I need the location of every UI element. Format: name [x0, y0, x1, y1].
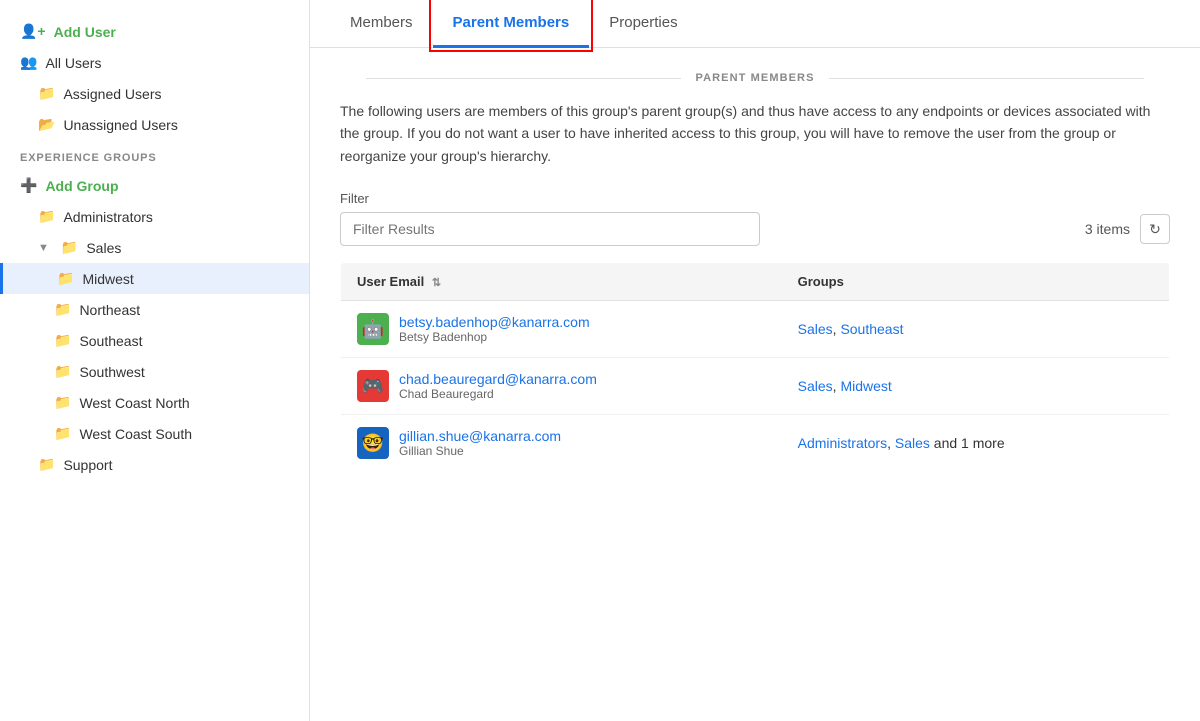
tabs-bar: Members Parent Members Properties — [310, 0, 1200, 48]
sidebar-item-west-coast-south[interactable]: 📁 West Coast South — [0, 418, 309, 449]
refresh-button[interactable]: ↻ — [1140, 214, 1170, 244]
folder-icon: 📁 — [38, 456, 55, 473]
table-header-row: User Email ⇅ Groups — [341, 263, 1170, 301]
sidebar-item-label: West Coast North — [79, 395, 189, 411]
unassigned-users-icon: 📂 — [38, 116, 55, 133]
group-separator: , — [887, 435, 895, 451]
filter-row: 3 items ↻ — [340, 212, 1170, 246]
avatar: 🤓 — [357, 427, 389, 459]
group-separator: and 1 more — [930, 435, 1005, 451]
group-link[interactable]: Sales — [798, 378, 833, 394]
user-email-link[interactable]: gillian.shue@kanarra.com — [399, 428, 561, 444]
table-row: 🤖 betsy.badenhop@kanarra.com Betsy Baden… — [341, 301, 1170, 358]
all-users-label: All Users — [45, 55, 101, 71]
items-count: 3 items — [1085, 221, 1130, 237]
folder-icon: 📁 — [54, 363, 71, 380]
col-groups-header: Groups — [782, 263, 1170, 301]
content-area: PARENT MEMBERS The following users are m… — [310, 48, 1200, 496]
sidebar-item-support[interactable]: 📁 Support — [0, 449, 309, 480]
sidebar-assigned-users[interactable]: 📁 Assigned Users — [0, 78, 309, 109]
tab-properties[interactable]: Properties — [589, 0, 697, 48]
group-link[interactable]: Sales — [895, 435, 930, 451]
section-title: PARENT MEMBERS — [340, 72, 1170, 84]
sidebar-item-midwest[interactable]: 📁 Midwest — [0, 263, 309, 294]
user-email-cell: 🤖 betsy.badenhop@kanarra.com Betsy Baden… — [341, 301, 782, 358]
chevron-down-icon: ▼ — [38, 242, 49, 254]
sidebar-item-label: Southwest — [79, 364, 144, 380]
sidebar-item-label: Southeast — [79, 333, 142, 349]
folder-icon: 📁 — [54, 425, 71, 442]
folder-icon: 📁 — [57, 270, 74, 287]
assigned-users-icon: 📁 — [38, 85, 55, 102]
folder-icon: 📁 — [38, 208, 55, 225]
filter-input[interactable] — [340, 212, 760, 246]
table-row: 🤓 gillian.shue@kanarra.com Gillian Shue … — [341, 415, 1170, 472]
sidebar-item-sales[interactable]: ▼ 📁 Sales — [0, 232, 309, 263]
sort-icon[interactable]: ⇅ — [432, 277, 441, 289]
group-link[interactable]: Administrators — [798, 435, 887, 451]
user-email-link[interactable]: chad.beauregard@kanarra.com — [399, 371, 597, 387]
sidebar-item-southeast[interactable]: 📁 Southeast — [0, 325, 309, 356]
assigned-users-label: Assigned Users — [63, 86, 161, 102]
sidebar-item-administrators[interactable]: 📁 Administrators — [0, 201, 309, 232]
experience-groups-label: Experience Groups — [0, 140, 309, 170]
sidebar-all-users[interactable]: 👥 All Users — [0, 47, 309, 78]
group-link[interactable]: Midwest — [840, 378, 891, 394]
sidebar-item-label: Sales — [86, 240, 121, 256]
add-group-icon: ➕ — [20, 177, 37, 194]
user-display-name: Chad Beauregard — [399, 387, 597, 401]
sidebar-item-label: Administrators — [63, 209, 152, 225]
user-groups-cell: Sales, Midwest — [782, 358, 1170, 415]
table-row: 🎮 chad.beauregard@kanarra.com Chad Beaur… — [341, 358, 1170, 415]
user-email-cell: 🤓 gillian.shue@kanarra.com Gillian Shue — [341, 415, 782, 472]
user-display-name: Gillian Shue — [399, 444, 561, 458]
tab-parent-members[interactable]: Parent Members — [433, 0, 590, 48]
user-groups-cell: Sales, Southeast — [782, 301, 1170, 358]
sidebar-unassigned-users[interactable]: 📂 Unassigned Users — [0, 109, 309, 140]
add-user-label: Add User — [54, 24, 116, 40]
user-email-cell: 🎮 chad.beauregard@kanarra.com Chad Beaur… — [341, 358, 782, 415]
filter-label: Filter — [340, 191, 1170, 206]
sidebar-item-label: West Coast South — [79, 426, 192, 442]
sidebar-item-southwest[interactable]: 📁 Southwest — [0, 356, 309, 387]
description-text: The following users are members of this … — [340, 100, 1170, 167]
items-count-row: 3 items ↻ — [1085, 214, 1170, 244]
folder-icon: 📁 — [54, 332, 71, 349]
folder-icon: 📁 — [54, 394, 71, 411]
sidebar-add-user[interactable]: 👤+ Add User — [0, 16, 309, 47]
user-groups-cell: Administrators, Sales and 1 more — [782, 415, 1170, 472]
group-link[interactable]: Sales — [798, 321, 833, 337]
sidebar-add-group[interactable]: ➕ Add Group — [0, 170, 309, 201]
sidebar-item-label: Support — [63, 457, 112, 473]
avatar: 🤖 — [357, 313, 389, 345]
refresh-icon: ↻ — [1149, 221, 1161, 238]
col-email-header: User Email ⇅ — [341, 263, 782, 301]
sidebar-item-northeast[interactable]: 📁 Northeast — [0, 294, 309, 325]
sidebar-item-label: Midwest — [82, 271, 133, 287]
sidebar: 👤+ Add User 👥 All Users 📁 Assigned Users… — [0, 0, 310, 721]
user-display-name: Betsy Badenhop — [399, 330, 590, 344]
add-group-label: Add Group — [45, 178, 118, 194]
avatar: 🎮 — [357, 370, 389, 402]
users-table: User Email ⇅ Groups 🤖 betsy.badenhop@kan… — [340, 262, 1170, 472]
group-link[interactable]: Southeast — [840, 321, 903, 337]
unassigned-users-label: Unassigned Users — [63, 117, 177, 133]
folder-icon: 📁 — [61, 239, 78, 256]
user-email-link[interactable]: betsy.badenhop@kanarra.com — [399, 314, 590, 330]
tab-members[interactable]: Members — [330, 0, 433, 48]
sidebar-item-west-coast-north[interactable]: 📁 West Coast North — [0, 387, 309, 418]
folder-icon: 📁 — [54, 301, 71, 318]
all-users-icon: 👥 — [20, 54, 37, 71]
main-content: Members Parent Members Properties PARENT… — [310, 0, 1200, 721]
sidebar-item-label: Northeast — [79, 302, 140, 318]
add-user-icon: 👤+ — [20, 23, 46, 40]
